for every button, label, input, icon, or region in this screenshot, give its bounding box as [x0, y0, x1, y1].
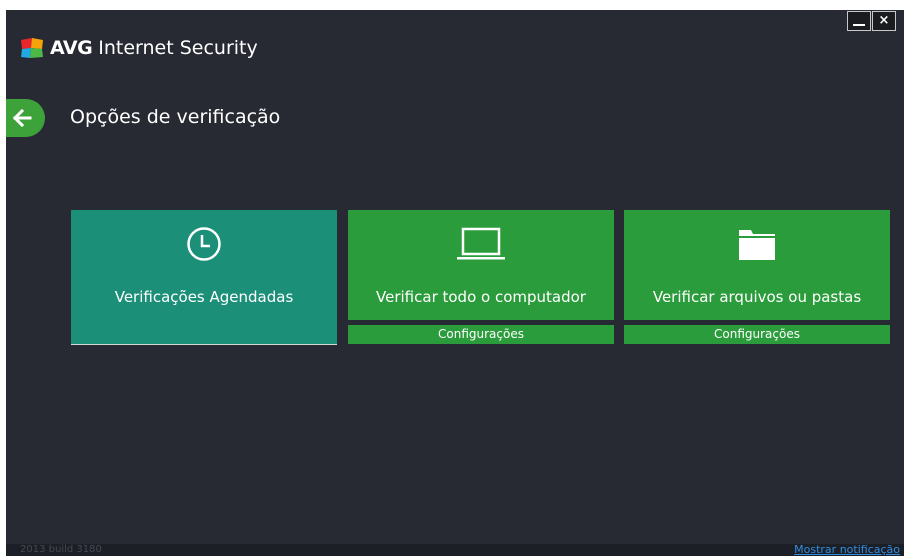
arrow-left-icon — [12, 108, 32, 128]
close-button[interactable]: × — [872, 11, 896, 31]
clock-icon — [187, 227, 221, 261]
scan-whole-computer-label: Verificar todo o computador — [376, 288, 586, 306]
back-button[interactable] — [6, 99, 45, 137]
page-title: Opções de verificação — [70, 106, 281, 128]
minimize-button[interactable] — [847, 11, 871, 31]
avg-main-panel: × AVG Internet Security Opções de verifi… — [6, 10, 904, 556]
brand-product-name: Internet Security — [98, 37, 258, 59]
version-label: 2013 build 3180 — [20, 544, 102, 555]
scheduled-scans-tile[interactable]: Verificações Agendadas — [71, 210, 337, 345]
scheduled-scans-label: Verificações Agendadas — [114, 288, 294, 306]
folder-icon — [739, 230, 775, 260]
laptop-icon — [457, 227, 505, 260]
scan-files-settings-button[interactable]: Configurações — [624, 325, 890, 344]
scan-computer-settings-button[interactable]: Configurações — [348, 325, 614, 344]
scan-files-folders-tile[interactable]: Verificar arquivos ou pastas — [624, 210, 890, 320]
application-window: × AVG Internet Security Opções de verifi… — [0, 0, 904, 556]
scan-files-folders-label: Verificar arquivos ou pastas — [652, 288, 862, 306]
status-bar: 2013 build 3180 Mostrar notificação — [6, 544, 904, 556]
scan-whole-computer-tile[interactable]: Verificar todo o computador — [348, 210, 614, 320]
app-brand: AVG Internet Security — [20, 36, 258, 60]
avg-logo-icon — [21, 38, 43, 58]
show-notification-link[interactable]: Mostrar notificação — [794, 544, 900, 556]
brand-name-bold: AVG — [50, 37, 93, 59]
